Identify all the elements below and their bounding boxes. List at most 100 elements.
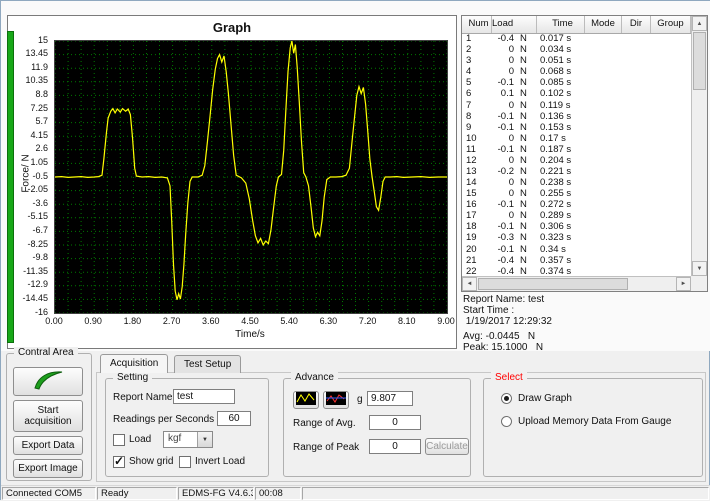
x-axis-label: Time/s	[54, 329, 446, 340]
column-header-mode[interactable]: Mode	[585, 16, 622, 33]
table-row[interactable]: 100N0.17 s	[462, 133, 691, 144]
left-arrow-icon[interactable]: ◄	[462, 277, 477, 291]
tab-acquisition[interactable]: Acquisition	[100, 354, 168, 373]
x-tick-label: 0.90	[75, 316, 111, 326]
table-row[interactable]: 18-0.1N0.306 s	[462, 221, 691, 232]
table-row[interactable]: 5-0.1N0.085 s	[462, 77, 691, 88]
export-image-button[interactable]: Export Image	[13, 459, 83, 478]
cell-time: 0.119 s	[536, 100, 584, 111]
table-row[interactable]: 8-0.1N0.136 s	[462, 111, 691, 122]
cell-load: 0N	[492, 100, 536, 111]
table-header: Num Load Time Mode Dir Group	[462, 16, 691, 34]
column-header-group[interactable]: Group	[651, 16, 691, 33]
table-row[interactable]: 21-0.4N0.357 s	[462, 255, 691, 266]
table-row[interactable]: 16-0.1N0.272 s	[462, 199, 691, 210]
vertical-scroll-thumb[interactable]	[693, 32, 706, 90]
table-row[interactable]: 140N0.238 s	[462, 177, 691, 188]
x-tick-label: 5.40	[271, 316, 307, 326]
table-row[interactable]: 11-0.1N0.187 s	[462, 144, 691, 155]
show-grid-checkbox[interactable]	[113, 456, 125, 468]
upload-memory-radio[interactable]	[501, 416, 512, 427]
range-peak-input[interactable]: 0	[369, 439, 421, 454]
cell-time: 0.34 s	[536, 244, 584, 255]
column-header-dir[interactable]: Dir	[622, 16, 651, 33]
table-row[interactable]: 30N0.051 s	[462, 55, 691, 66]
up-arrow-icon[interactable]: ▲	[692, 16, 707, 31]
y-tick-label: -8.25	[12, 240, 48, 249]
graph-title: Graph	[8, 20, 456, 35]
chevron-down-icon[interactable]: ▼	[197, 432, 212, 447]
x-tick-label: 0.00	[36, 316, 72, 326]
table-row[interactable]: 120N0.204 s	[462, 155, 691, 166]
readings-input[interactable]: 60	[217, 411, 251, 426]
select-group-title: Select	[491, 372, 527, 384]
x-tick-label: 7.20	[350, 316, 386, 326]
x-tick-label: 6.30	[310, 316, 346, 326]
cell-time: 0.204 s	[536, 155, 584, 166]
cell-num: 7	[462, 100, 492, 111]
cell-time: 0.034 s	[536, 44, 584, 55]
device-icon-button[interactable]	[13, 367, 83, 396]
status-bar: Connected COM5 Ready EDMS-FG V4.6.3 00:0…	[1, 485, 710, 501]
draw-graph-radio[interactable]	[501, 393, 512, 404]
g-input[interactable]: 9.807	[367, 391, 413, 406]
range-avg-label: Range of Avg.	[293, 418, 356, 429]
cell-load: 0N	[492, 66, 536, 77]
column-header-load[interactable]: Load	[492, 16, 537, 33]
cell-load: 0.1N	[492, 88, 536, 99]
vertical-scrollbar[interactable]: ▲ ▼	[691, 16, 707, 276]
column-header-num[interactable]: Num	[462, 16, 492, 33]
invert-load-label: Invert Load	[195, 456, 245, 467]
horizontal-scrollbar[interactable]: ◄ ►	[462, 276, 691, 291]
cell-num: 4	[462, 66, 492, 77]
upload-memory-label: Upload Memory Data From Gauge	[518, 416, 671, 427]
peak-chart-icon-button[interactable]	[323, 391, 349, 409]
start-acquisition-button[interactable]: Start acquisition	[13, 400, 83, 432]
avg-value: Avg: -0.0445 N	[463, 331, 708, 342]
table-row[interactable]: 9-0.1N0.153 s	[462, 122, 691, 133]
cell-time: 0.357 s	[536, 255, 584, 266]
cell-time: 0.187 s	[536, 144, 584, 155]
cell-num: 21	[462, 255, 492, 266]
table-row[interactable]: 20N0.034 s	[462, 44, 691, 55]
table-row[interactable]: 20-0.1N0.34 s	[462, 243, 691, 254]
table-row[interactable]: 70N0.119 s	[462, 99, 691, 110]
down-arrow-icon[interactable]: ▼	[692, 261, 707, 276]
cell-load: 0N	[492, 133, 536, 144]
table-row[interactable]: 150N0.255 s	[462, 188, 691, 199]
cell-time: 0.085 s	[536, 77, 584, 88]
column-header-time[interactable]: Time	[537, 16, 585, 33]
unit-dropdown[interactable]: kgf ▼	[163, 431, 213, 448]
table-row[interactable]: 19-0.3N0.323 s	[462, 232, 691, 243]
report-name-text: Report Name: test	[463, 294, 708, 305]
peak-value: Peak: 15.1000 N	[463, 342, 708, 353]
report-name-field-label: Report Name	[113, 392, 172, 403]
table-row[interactable]: 40N0.068 s	[462, 66, 691, 77]
table-row[interactable]: 13-0.2N0.221 s	[462, 166, 691, 177]
control-area-title: Contral Area	[14, 347, 78, 359]
horizontal-scroll-thumb[interactable]	[478, 278, 628, 290]
cell-num: 19	[462, 232, 492, 243]
export-data-button[interactable]: Export Data	[13, 436, 83, 455]
show-grid-label: Show grid	[129, 456, 173, 467]
force-time-plot	[55, 41, 447, 313]
table-row[interactable]: 170N0.289 s	[462, 210, 691, 221]
range-avg-input[interactable]: 0	[369, 415, 421, 430]
table-row[interactable]: 60.1N0.102 s	[462, 88, 691, 99]
right-arrow-icon[interactable]: ►	[676, 277, 691, 291]
cell-load: -0.4N	[492, 255, 536, 266]
invert-load-checkbox[interactable]	[179, 456, 191, 468]
avg-chart-icon-button[interactable]	[293, 391, 319, 409]
y-tick-label: 8.8	[12, 90, 48, 99]
calculate-button[interactable]: Calculate	[425, 438, 469, 455]
table-row[interactable]: 1-0.4N0.017 s	[462, 33, 691, 44]
y-axis-ticks: 1513.4511.910.358.87.255.74.152.61.05-0.…	[12, 40, 50, 312]
advance-group-title: Advance	[291, 372, 338, 384]
tab-test-setup[interactable]: Test Setup	[174, 355, 241, 373]
cell-load: -0.3N	[492, 232, 536, 243]
cell-time: 0.323 s	[536, 232, 584, 243]
x-tick-label: 2.70	[154, 316, 190, 326]
report-name-input[interactable]: test	[173, 389, 235, 404]
load-checkbox[interactable]	[113, 434, 125, 446]
y-tick-label: 4.15	[12, 131, 48, 140]
